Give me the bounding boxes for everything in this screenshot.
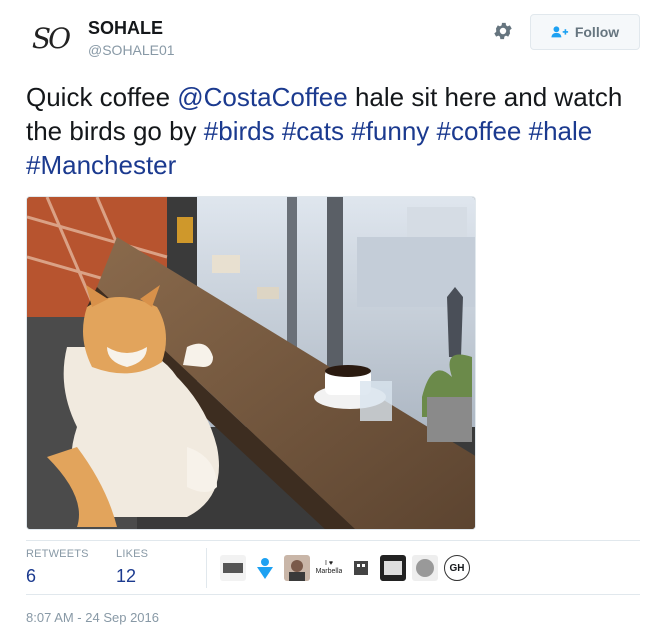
building-icon: [354, 561, 368, 575]
liker-avatar[interactable]: I ♥ Marbella: [316, 555, 342, 581]
stats-separator: [206, 548, 207, 588]
hashtag-link[interactable]: #hale: [529, 116, 593, 146]
likes-label: LIKES: [116, 548, 149, 560]
tweet-text-segment: [275, 116, 282, 146]
likes-stat[interactable]: LIKES 12: [116, 548, 148, 587]
liker-avatar[interactable]: GH: [444, 555, 470, 581]
divider-bottom: [26, 594, 640, 595]
liker-avatar[interactable]: [412, 555, 438, 581]
hashtag-link[interactable]: #Manchester: [26, 150, 176, 180]
retweets-stat[interactable]: RETWEETS 6: [26, 548, 89, 587]
brand-logo-icon: [384, 561, 402, 575]
likes-count: 12: [116, 566, 137, 586]
liker-avatar[interactable]: [380, 555, 406, 581]
liker-text: GH: [449, 562, 465, 574]
tweet-header: SO SOHALE @SOHALE01 Follow: [26, 14, 640, 64]
liker-avatar[interactable]: [348, 555, 374, 581]
liker-avatar[interactable]: [284, 555, 310, 581]
display-name[interactable]: SOHALE: [88, 18, 163, 39]
divider-top: [26, 540, 640, 541]
avatar[interactable]: SO: [26, 14, 74, 62]
tweet-text: Quick coffee @CostaCoffee hale sit here …: [26, 80, 636, 182]
liker-avatar[interactable]: [220, 555, 246, 581]
hashtag-link[interactable]: #coffee: [437, 116, 522, 146]
avatar-logo: SO: [31, 21, 71, 55]
retweets-label: RETWEETS: [26, 548, 89, 560]
hashtag-link[interactable]: #funny: [351, 116, 429, 146]
tweet-photo[interactable]: [26, 196, 476, 530]
cat-cafe-photo: [27, 197, 475, 529]
badge-icon: [416, 559, 434, 577]
user-handle[interactable]: @SOHALE01: [88, 42, 175, 58]
tweet-text-segment: Quick coffee: [26, 82, 178, 112]
profile-photo-icon: [289, 560, 305, 581]
liker-logo-icon: [223, 563, 243, 573]
add-user-icon: [551, 26, 568, 38]
tweet-timestamp[interactable]: 8:07 AM - 24 Sep 2016: [26, 610, 159, 625]
liker-avatars: I ♥ Marbella GH: [220, 552, 470, 584]
hashtag-link[interactable]: #cats: [282, 116, 344, 146]
follow-button[interactable]: Follow: [530, 14, 640, 50]
liker-avatar[interactable]: [252, 555, 278, 581]
liker-text: I ♥ Marbella: [316, 560, 342, 575]
follow-label: Follow: [574, 24, 620, 40]
gear-icon[interactable]: [492, 20, 514, 42]
person-icon: [257, 558, 273, 579]
tweet-text-segment: [429, 116, 436, 146]
mention-link[interactable]: @CostaCoffee: [177, 82, 347, 112]
tweet-text-segment: [521, 116, 528, 146]
hashtag-link[interactable]: #birds: [204, 116, 275, 146]
retweets-count: 6: [26, 566, 37, 586]
